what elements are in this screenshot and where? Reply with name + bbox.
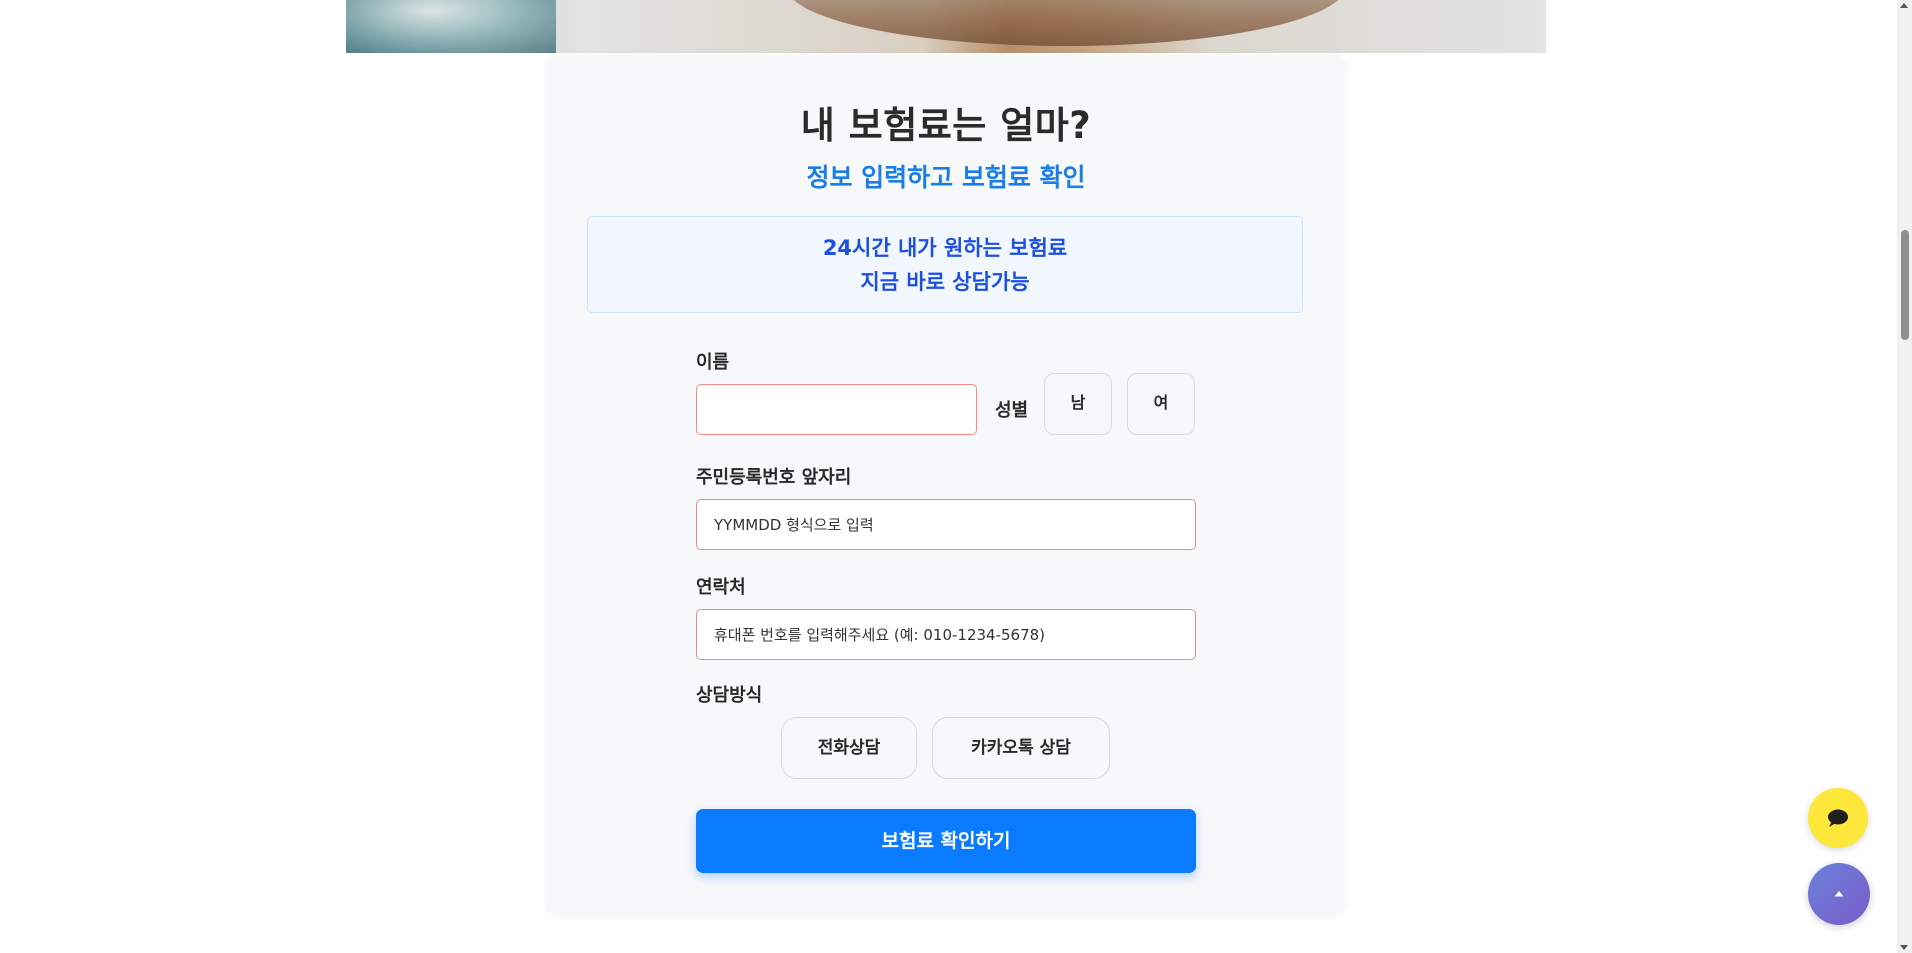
scroll-down-arrow-icon[interactable] bbox=[1900, 945, 1908, 950]
birth-label: 주민등록번호 앞자리 bbox=[696, 467, 852, 488]
kakao-consult-button[interactable]: 카카오톡 상담 bbox=[932, 717, 1110, 779]
name-input[interactable] bbox=[696, 384, 977, 435]
page-scrollbar[interactable] bbox=[1897, 0, 1912, 953]
hero-cup-shape bbox=[346, 0, 556, 53]
gender-male-button[interactable]: 남 bbox=[1044, 373, 1112, 435]
notice-line-1: 24시간 내가 원하는 보험료 bbox=[822, 236, 1068, 260]
form-subtitle: 정보 입력하고 보험료 확인 bbox=[806, 163, 1086, 192]
phone-consult-button[interactable]: 전화상담 bbox=[781, 717, 917, 779]
birth-input[interactable] bbox=[696, 499, 1196, 550]
gender-label: 성별 bbox=[995, 400, 1029, 421]
scrollbar-thumb[interactable] bbox=[1901, 230, 1909, 340]
consult-notice-box: 24시간 내가 원하는 보험료 지금 바로 상담가능 bbox=[587, 216, 1303, 313]
floating-chat-button[interactable] bbox=[1808, 788, 1868, 848]
caret-up-icon bbox=[1834, 891, 1844, 897]
consult-method-label: 상담방식 bbox=[696, 685, 763, 706]
quote-form-card: 내 보험료는 얼마? 정보 입력하고 보험료 확인 24시간 내가 원하는 보험… bbox=[547, 55, 1345, 913]
hero-plate-shape bbox=[786, 0, 1346, 46]
notice-line-2: 지금 바로 상담가능 bbox=[860, 270, 1030, 294]
scroll-to-top-button[interactable] bbox=[1808, 863, 1870, 925]
phone-label: 연락처 bbox=[696, 577, 746, 598]
form-title: 내 보험료는 얼마? bbox=[800, 104, 1092, 147]
phone-input[interactable] bbox=[696, 609, 1196, 660]
name-label: 이름 bbox=[696, 352, 730, 373]
check-premium-button[interactable]: 보험료 확인하기 bbox=[696, 809, 1196, 873]
speech-bubble-icon bbox=[1828, 809, 1848, 827]
scroll-up-arrow-icon[interactable] bbox=[1900, 3, 1908, 8]
gender-female-button[interactable]: 여 bbox=[1127, 373, 1195, 435]
hero-image bbox=[346, 0, 1546, 53]
